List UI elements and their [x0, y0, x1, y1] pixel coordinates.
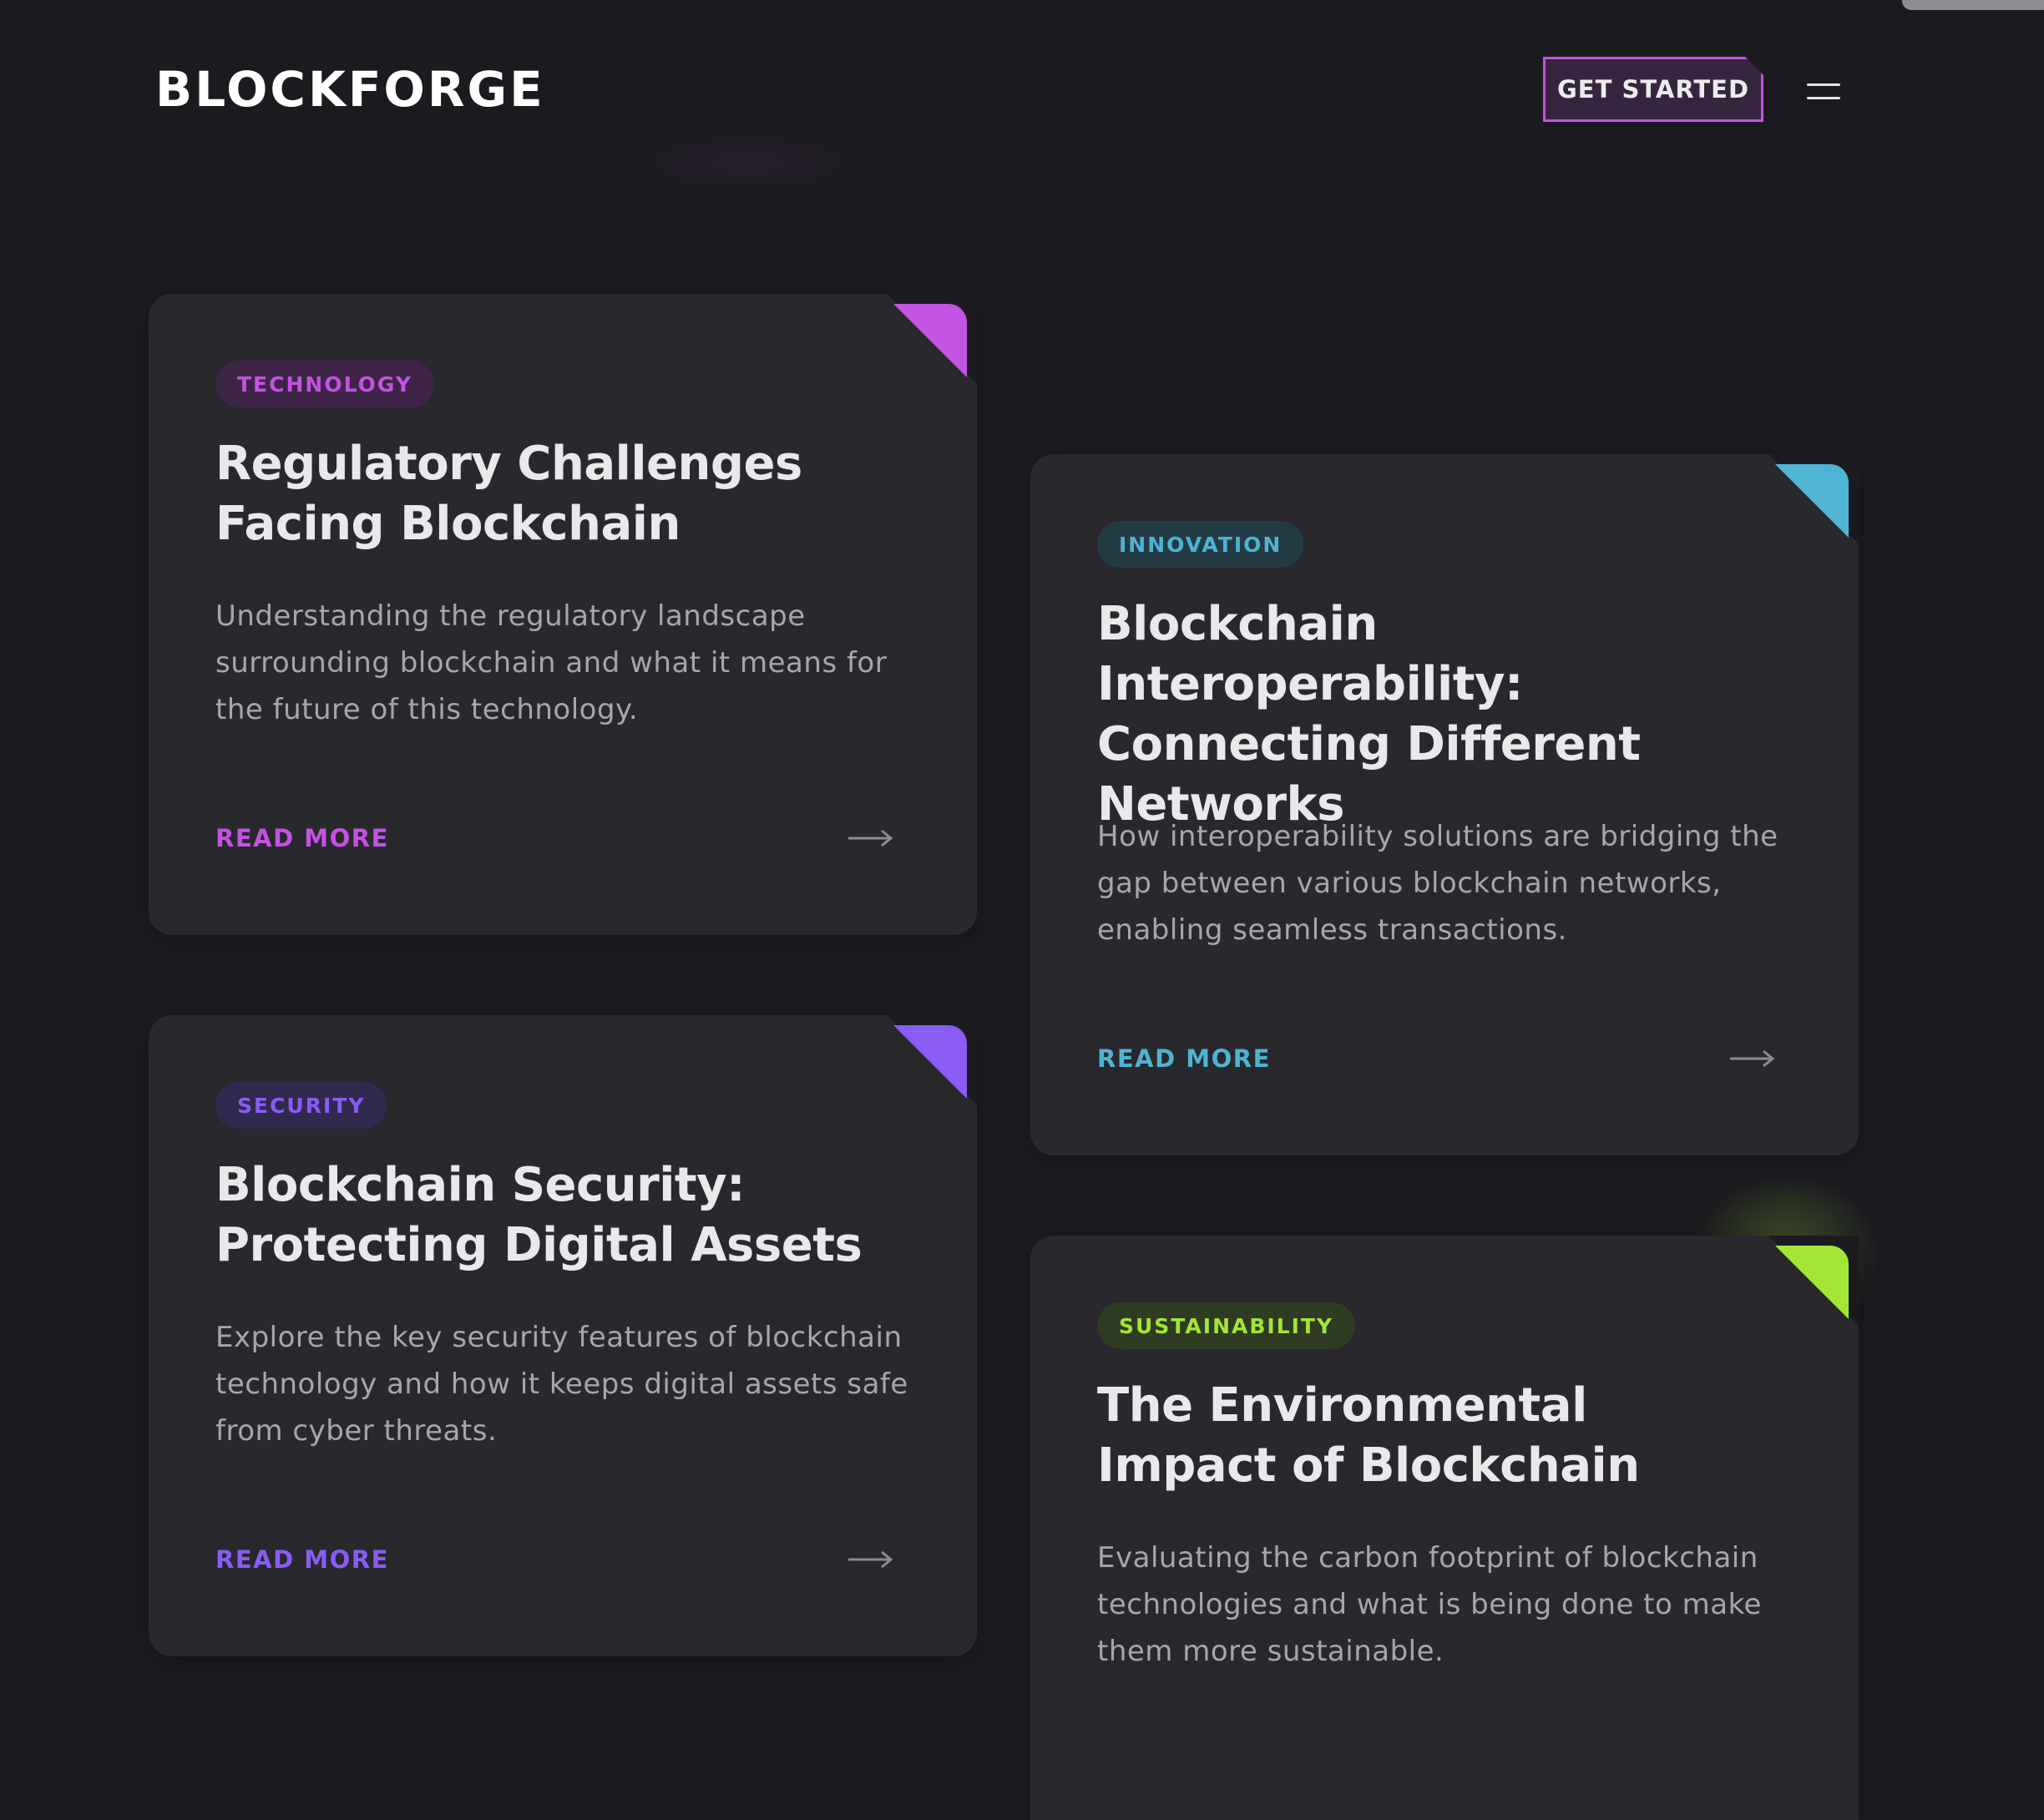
corner-accent [1775, 1246, 1849, 1319]
article-title[interactable]: Blockchain Security: Protecting Digital … [215, 1155, 918, 1276]
article-card-innovation[interactable]: INNOVATION Blockchain Interoperability: … [1030, 454, 1859, 1155]
menu-line [1807, 83, 1840, 86]
category-tag[interactable]: SUSTAINABILITY [1097, 1302, 1356, 1349]
article-description: Understanding the regulatory landscape s… [215, 599, 888, 726]
article-card-technology[interactable]: TECHNOLOGY Regulatory Challenges Facing … [149, 294, 977, 935]
category-tag[interactable]: INNOVATION [1097, 521, 1304, 568]
logo[interactable]: BLOCKFORGE [155, 60, 545, 119]
read-more-link[interactable]: READ MORE [215, 1543, 389, 1576]
article-title[interactable]: The Environmental Impact of Blockchain [1097, 1376, 1775, 1496]
arrow-right-icon[interactable] [847, 1550, 893, 1570]
corner-accent [1775, 464, 1849, 538]
article-card-security[interactable]: SECURITY Blockchain Security: Protecting… [149, 1015, 977, 1656]
hamburger-icon[interactable] [1804, 80, 1845, 105]
corner-accent [893, 304, 967, 377]
menu-line [1807, 97, 1840, 99]
get-started-button[interactable]: GET STARTED [1543, 57, 1763, 122]
arrow-right-icon[interactable] [1728, 1049, 1775, 1069]
background-glow [610, 125, 885, 200]
article-title[interactable]: Blockchain Interoperability: Connecting … [1097, 594, 1800, 835]
corner-accent [893, 1025, 967, 1099]
read-more-link[interactable]: READ MORE [1097, 1042, 1271, 1075]
read-more-link[interactable]: READ MORE [215, 822, 389, 855]
article-title[interactable]: Regulatory Challenges Facing Blockchain [215, 434, 902, 554]
article-description: Explore the key security features of blo… [215, 1321, 908, 1448]
article-description: Evaluating the carbon footprint of block… [1097, 1541, 1762, 1668]
scrollbar-thumb[interactable] [1902, 0, 2044, 10]
article-card-sustainability[interactable]: SUSTAINABILITY The Environmental Impact … [1030, 1236, 1859, 1820]
arrow-right-icon[interactable] [847, 828, 893, 848]
category-tag[interactable]: SECURITY [215, 1082, 387, 1129]
article-description: How interoperability solutions are bridg… [1097, 820, 1778, 947]
category-tag[interactable]: TECHNOLOGY [215, 361, 434, 407]
